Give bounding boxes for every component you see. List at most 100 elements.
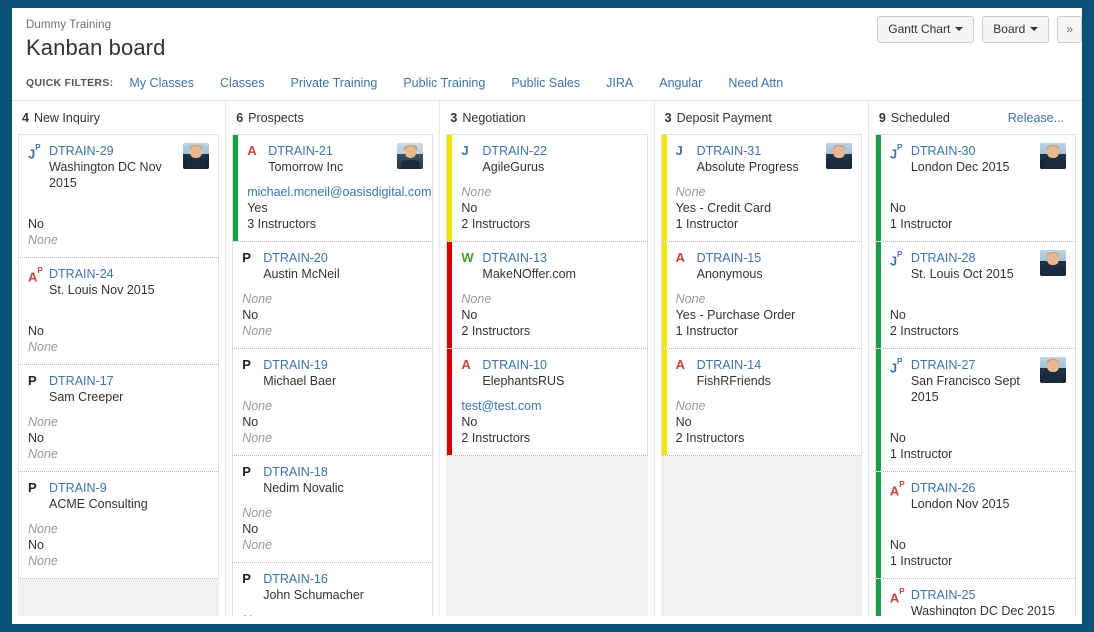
kanban-card[interactable]: JP DTRAIN-28 St. Louis Oct 2015 No 2 Instru…	[874, 242, 1077, 349]
kanban-card[interactable]: W DTRAIN-13 MakeNOffer.com None No 2 Instruct…	[446, 242, 648, 349]
kanban-card[interactable]: AP DTRAIN-24 St. Louis Nov 2015 No None	[18, 258, 220, 365]
kanban-card[interactable]: A DTRAIN-15 Anonymous None Yes - Purchase Or…	[660, 242, 862, 349]
chevron-down-icon	[1030, 26, 1039, 31]
issue-type-icon: W	[461, 250, 477, 265]
kanban-card[interactable]: APDTRAIN-25Washington DC Dec 2015 No2 In…	[874, 579, 1077, 616]
issue-type-letter: A	[675, 357, 685, 372]
kanban-card[interactable]: JP DTRAIN-27 San Francisco Sept 2015 No 1 I…	[874, 349, 1077, 472]
card-issue-key[interactable]: DTRAIN-18	[263, 464, 423, 480]
card-issue-key[interactable]: DTRAIN-21	[268, 143, 391, 159]
board-column: 3 Deposit Payment J DTRAIN-31 Absolute Progr…	[655, 101, 869, 616]
issue-type-letter: P	[242, 571, 251, 586]
kanban-card[interactable]: P DTRAIN-17 Sam Creeper None No None	[18, 365, 220, 472]
board-column: 6 Prospects A DTRAIN-21 Tomorrow Inc michael.…	[226, 101, 441, 616]
priority-superscript-icon: P	[897, 357, 903, 366]
quick-filter-item[interactable]: JIRA	[606, 76, 633, 90]
card-field: None	[28, 447, 58, 461]
card-issue-key[interactable]: DTRAIN-20	[263, 250, 423, 266]
priority-superscript-icon: P	[35, 143, 41, 152]
quick-filter-item[interactable]: Need Attn	[728, 76, 783, 90]
quick-filter-item[interactable]: My Classes	[129, 76, 194, 90]
card-issue-key[interactable]: DTRAIN-10	[482, 357, 637, 373]
quick-filter-item[interactable]: Classes	[220, 76, 264, 90]
release-link[interactable]: Release...	[1008, 111, 1074, 125]
kanban-card[interactable]: A DTRAIN-14 FishRFriends None No 2 Instructor…	[660, 349, 862, 456]
avatar[interactable]	[1040, 250, 1067, 276]
avatar[interactable]	[1040, 143, 1067, 169]
column-count: 3	[664, 111, 672, 125]
issue-type-letter: P	[242, 250, 251, 265]
column-card-list: JP DTRAIN-29 Washington DC Nov 2015 No None…	[18, 134, 220, 616]
kanban-card[interactable]: JP DTRAIN-29 Washington DC Nov 2015 No None	[18, 134, 220, 258]
card-summary: Washington DC Nov 2015	[49, 160, 162, 190]
card-summary: London Dec 2015	[910, 160, 1010, 174]
card-issue-key[interactable]: DTRAIN-15	[697, 250, 852, 266]
issue-type-letter: J	[889, 146, 898, 162]
kanban-card[interactable]: J DTRAIN-22 AgileGurus None No 2 Instructors	[446, 134, 648, 242]
kanban-card[interactable]: A DTRAIN-21 Tomorrow Inc michael.mcneil@oas…	[232, 134, 434, 242]
quick-filter-item[interactable]: Public Sales	[511, 76, 580, 90]
kanban-card[interactable]: A DTRAIN-10 ElephantsRUS test@test.com No 2 I…	[446, 349, 648, 456]
card-field: No	[28, 324, 44, 338]
page-header: Dummy Training Kanban board Gantt Chart …	[12, 8, 1082, 62]
quick-filters-list: My Classes Classes Private Training Public …	[129, 76, 809, 90]
card-field: No	[242, 308, 259, 322]
kanban-card[interactable]: P DTRAIN-19 Michael Baer None No None	[232, 349, 434, 456]
kanban-card[interactable]: J DTRAIN-31 Absolute Progress None Yes - Cre…	[660, 134, 862, 242]
board-column: 9 Scheduled Release... JP DTRAIN-30 London De…	[869, 101, 1082, 616]
gantt-chart-button[interactable]: Gantt Chart	[877, 16, 975, 43]
card-field: No	[889, 308, 906, 322]
board-button[interactable]: Board	[982, 16, 1050, 43]
kanban-card[interactable]: P DTRAIN-16John Schumacher None	[232, 563, 434, 616]
kanban-card[interactable]: P DTRAIN-20 Austin McNeil None No None	[232, 242, 434, 349]
card-issue-key[interactable]: DTRAIN-19	[263, 357, 423, 373]
card-status-bar	[875, 472, 881, 578]
card-issue-key[interactable]: DTRAIN-13	[482, 250, 637, 266]
quick-filter-item[interactable]: Private Training	[290, 76, 377, 90]
column-card-list: J DTRAIN-31 Absolute Progress None Yes - Cre…	[660, 134, 862, 616]
card-field: 1 Instructor	[889, 217, 953, 231]
quick-filter-item[interactable]: Public Training	[403, 76, 485, 90]
issue-type-letter: P	[28, 480, 37, 495]
column-card-list: J DTRAIN-22 AgileGurus None No 2 Instructors W…	[446, 134, 648, 616]
kanban-card[interactable]: AP DTRAIN-26 London Nov 2015 No 1 Instructo…	[874, 472, 1077, 579]
avatar[interactable]	[825, 143, 852, 169]
card-field: No	[28, 217, 44, 231]
kanban-card[interactable]: P DTRAIN-18 Nedim Novalic None No None	[232, 456, 434, 563]
card-issue-key[interactable]: DTRAIN-26	[911, 480, 1066, 496]
card-issue-key[interactable]: DTRAIN-24	[49, 266, 209, 282]
card-issue-key[interactable]: DTRAIN-25	[911, 587, 1066, 603]
column-header: 9 Scheduled Release...	[869, 101, 1082, 134]
quick-filter-item[interactable]: Angular	[659, 76, 702, 90]
card-issue-key[interactable]: DTRAIN-29	[49, 143, 177, 159]
kanban-card[interactable]: P DTRAIN-9 ACME Consulting None No None	[18, 472, 220, 579]
card-issue-key[interactable]: DTRAIN-14	[697, 357, 852, 373]
issue-type-icon: P	[242, 357, 258, 372]
avatar[interactable]	[397, 143, 424, 169]
kanban-app: Dummy Training Kanban board Gantt Chart …	[12, 8, 1082, 624]
priority-superscript-icon: P	[899, 587, 905, 596]
card-field: 2 Instructors	[889, 324, 959, 338]
card-issue-key[interactable]: DTRAIN-16	[263, 571, 423, 587]
card-issue-key[interactable]: DTRAIN-28	[911, 250, 1034, 266]
card-issue-key[interactable]: DTRAIN-22	[482, 143, 637, 159]
card-field[interactable]: test@test.com	[461, 398, 637, 414]
card-issue-key[interactable]: DTRAIN-9	[49, 480, 209, 496]
avatar[interactable]	[183, 143, 210, 169]
card-issue-key[interactable]: DTRAIN-17	[49, 373, 209, 389]
issue-type-icon: JP	[890, 357, 906, 375]
board-column: 3 Negotiation J DTRAIN-22 AgileGurus None No 2 …	[440, 101, 655, 616]
card-field: None	[242, 292, 273, 306]
collapse-header-button[interactable]: »	[1057, 16, 1082, 43]
kanban-card[interactable]: JP DTRAIN-30 London Dec 2015 No 1 Instructo…	[874, 134, 1077, 242]
card-field: None	[28, 233, 58, 247]
card-field[interactable]: michael.mcneil@oasisdigital.com	[247, 184, 431, 200]
card-issue-key[interactable]: DTRAIN-27	[911, 357, 1034, 373]
avatar[interactable]	[1040, 357, 1067, 383]
card-fields: None No 2 Instructors	[461, 184, 637, 232]
card-field: None	[242, 612, 423, 616]
card-summary: Sam Creeper	[49, 390, 124, 404]
issue-type-letter: P	[28, 373, 37, 388]
card-issue-key[interactable]: DTRAIN-31	[697, 143, 820, 159]
card-issue-key[interactable]: DTRAIN-30	[911, 143, 1034, 159]
